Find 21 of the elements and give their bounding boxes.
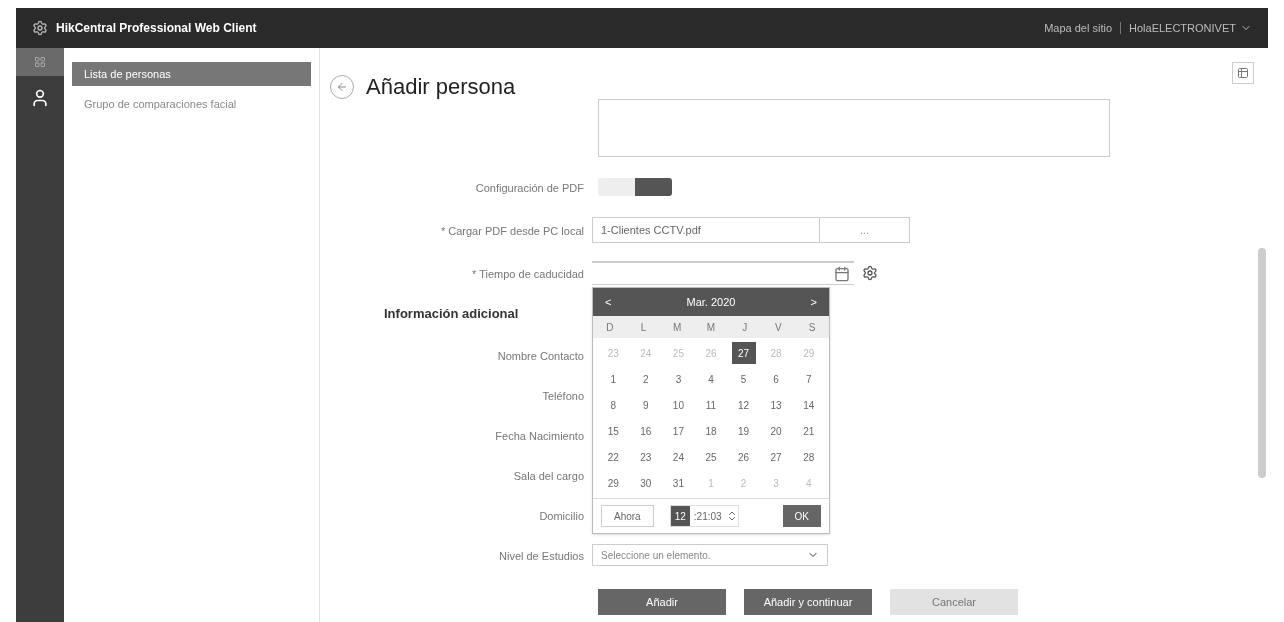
field-label: * Cargar PDF desde PC local [440,225,584,237]
section-title: Información adicional [384,306,519,321]
app-title: HikCentral Professional Web Client [56,20,257,37]
page-title: Añadir persona [366,73,516,101]
weekday-label: V [774,320,783,335]
time-value: :21:03 [692,509,723,524]
field-label: Configuración de PDF [475,182,584,194]
field-label: Domicilio [539,510,584,522]
field-label: Fecha Nacimiento [495,430,584,442]
weekday-label: M [672,320,683,335]
weekday-label: L [639,320,648,335]
weekday-label: S [807,320,817,335]
field-label: * Tiempo de caducidad [472,268,584,280]
field-label: Sala del cargo [513,470,584,482]
field-label: Nombre Contacto [497,350,584,362]
weekday-label: D [605,320,615,335]
field-label: Teléfono [542,390,584,402]
weekday-label: M [705,320,717,335]
month-label: Mar. 2020 [686,294,736,310]
weekday-label: J [741,320,749,335]
field-label: Nivel de Estudios [499,550,584,562]
